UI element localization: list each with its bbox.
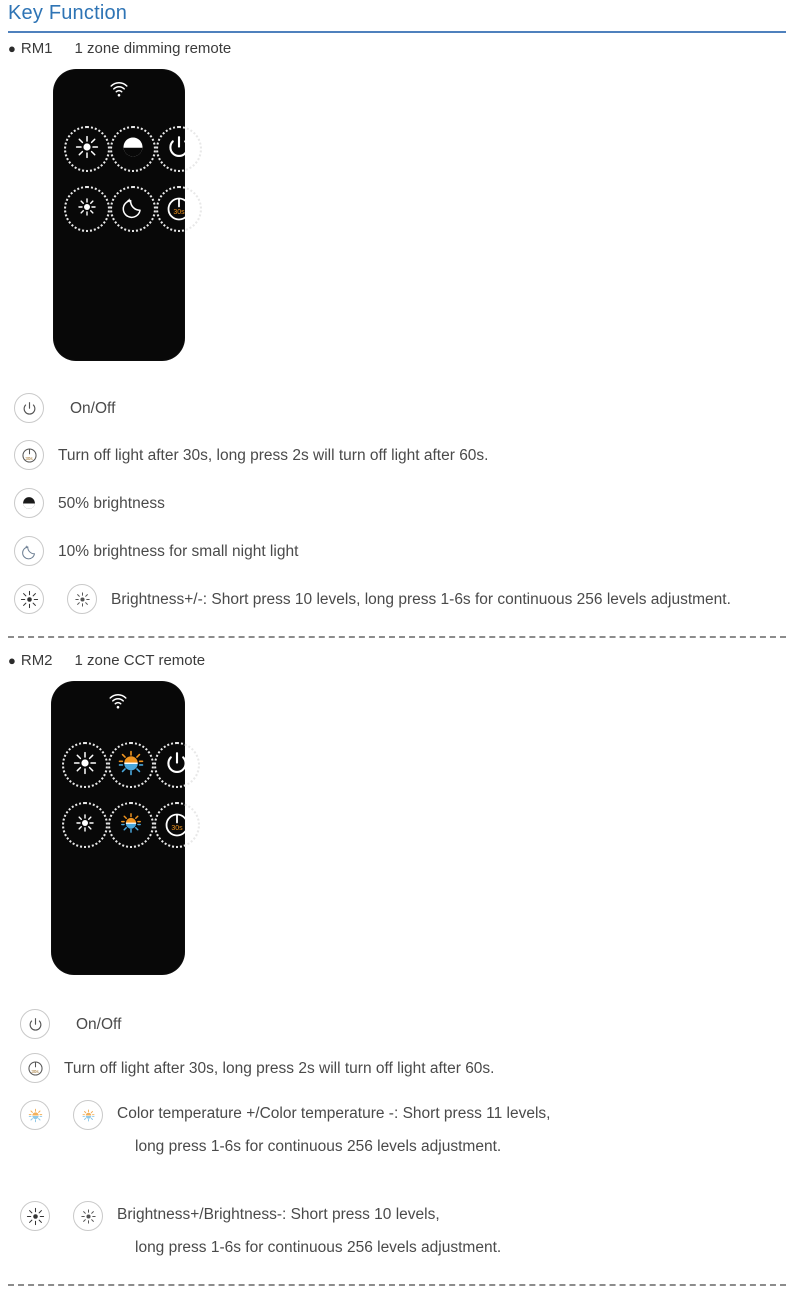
legend-text: 50% brightness xyxy=(58,495,165,512)
legend-row-brightness-rm2: Brightness+/Brightness-: Short press 10 … xyxy=(20,1201,501,1255)
legend-text-line1: Color temperature +/Color temperature -:… xyxy=(117,1105,551,1122)
key-brightness-up-rm2[interactable] xyxy=(62,742,108,788)
power-icon xyxy=(14,393,44,423)
power-icon xyxy=(167,135,191,164)
section-code-rm2: RM2 xyxy=(20,652,53,669)
legend-text: On/Off xyxy=(70,400,116,417)
timer-30s-icon: 30s xyxy=(20,1053,50,1083)
key-timer-off-rm2[interactable]: 30s xyxy=(154,802,200,848)
remote-device-rm1: 30s xyxy=(54,70,202,360)
wifi-icon xyxy=(109,82,129,102)
cct-pale-icon xyxy=(73,1100,103,1130)
key-power-rm1[interactable] xyxy=(156,126,202,172)
section-name-rm1: 1 zone dimming remote xyxy=(74,40,232,57)
section-separator-2 xyxy=(8,1284,786,1286)
key-timer-off-rm1[interactable]: 30s xyxy=(156,186,202,232)
section-name-rm2: 1 zone CCT remote xyxy=(74,652,206,669)
key-power-rm2[interactable] xyxy=(154,742,200,788)
legend-row-brightness-rm1: Brightness+/-: Short press 10 levels, lo… xyxy=(14,584,731,615)
key-half-brightness-rm1[interactable] xyxy=(110,126,156,172)
title-divider xyxy=(8,31,786,33)
bullet-icon: ● xyxy=(8,41,16,56)
timer-badge-label: 30s xyxy=(31,1069,39,1074)
legend-row-power-rm1: On/Off xyxy=(14,393,115,424)
half-circle-icon xyxy=(122,136,144,163)
timer-badge-label: 30s xyxy=(25,456,33,461)
legend-row-timer-rm2: 30s Turn off light after 30s, long press… xyxy=(20,1053,495,1084)
legend-text: Turn off light after 30s, long press 2s … xyxy=(58,447,489,464)
bullet-icon: ● xyxy=(8,653,16,668)
timer-30s-icon: 30s xyxy=(164,812,190,838)
legend-text: On/Off xyxy=(76,1016,122,1033)
cct-icon xyxy=(118,750,144,781)
page-title: Key Function xyxy=(8,2,128,24)
remote-device-rm2: 30s xyxy=(52,682,200,974)
keypad-rm2: 30s xyxy=(52,742,200,848)
sun-bright-icon xyxy=(20,1201,50,1231)
timer-30s-icon: 30s xyxy=(14,440,44,470)
power-icon xyxy=(165,751,189,780)
cct-small-icon xyxy=(120,812,142,839)
sun-bright-icon xyxy=(73,751,97,780)
keypad-rm1: 30s xyxy=(54,126,202,232)
key-brightness-down-rm1[interactable] xyxy=(64,186,110,232)
sun-bright-icon xyxy=(75,135,99,164)
legend-row-half-brightness-rm1: 50% brightness xyxy=(14,488,165,519)
key-brightness-up-rm1[interactable] xyxy=(64,126,110,172)
legend-text: Turn off light after 30s, long press 2s … xyxy=(64,1060,495,1077)
key-cct-down-rm2[interactable] xyxy=(108,802,154,848)
wifi-icon xyxy=(108,694,128,714)
sun-dim-icon xyxy=(73,1201,103,1231)
section-code-rm1: RM1 xyxy=(20,40,53,57)
half-circle-icon xyxy=(14,488,44,518)
sun-dim-icon xyxy=(77,197,97,222)
key-brightness-down-rm2[interactable] xyxy=(62,802,108,848)
legend-text-line2: long press 1-6s for continuous 256 level… xyxy=(135,1137,502,1155)
legend-text: Color temperature +/Color temperature -:… xyxy=(117,1100,550,1154)
sun-dim-icon xyxy=(75,813,95,838)
section-separator-1 xyxy=(8,636,786,638)
key-night-light-rm1[interactable] xyxy=(110,186,156,232)
section-heading-rm2: ● RM2 1 zone CCT remote xyxy=(8,652,205,669)
moon-star-icon xyxy=(121,195,145,224)
cct-pale-icon xyxy=(20,1100,50,1130)
key-cct-up-rm2[interactable] xyxy=(108,742,154,788)
legend-text-line2: long press 1-6s for continuous 256 level… xyxy=(135,1238,502,1256)
sun-dim-icon xyxy=(67,584,97,614)
legend-row-power-rm2: On/Off xyxy=(20,1009,121,1040)
power-icon xyxy=(20,1009,50,1039)
sun-bright-icon xyxy=(14,584,44,614)
timer-badge-label: 30s xyxy=(173,209,185,216)
legend-row-timer-rm1: 30s Turn off light after 30s, long press… xyxy=(14,440,489,471)
legend-row-cct-rm2: Color temperature +/Color temperature -:… xyxy=(20,1100,550,1154)
legend-text-line1: Brightness+/Brightness-: Short press 10 … xyxy=(117,1206,440,1223)
section-heading-rm1: ● RM1 1 zone dimming remote xyxy=(8,40,231,57)
legend-text: Brightness+/Brightness-: Short press 10 … xyxy=(117,1201,501,1255)
timer-30s-icon: 30s xyxy=(166,196,192,222)
moon-star-icon xyxy=(14,536,44,566)
legend-row-night-light-rm1: 10% brightness for small night light xyxy=(14,536,298,567)
legend-text: Brightness+/-: Short press 10 levels, lo… xyxy=(111,591,731,608)
legend-text: 10% brightness for small night light xyxy=(58,543,299,560)
timer-badge-label: 30s xyxy=(171,825,183,832)
